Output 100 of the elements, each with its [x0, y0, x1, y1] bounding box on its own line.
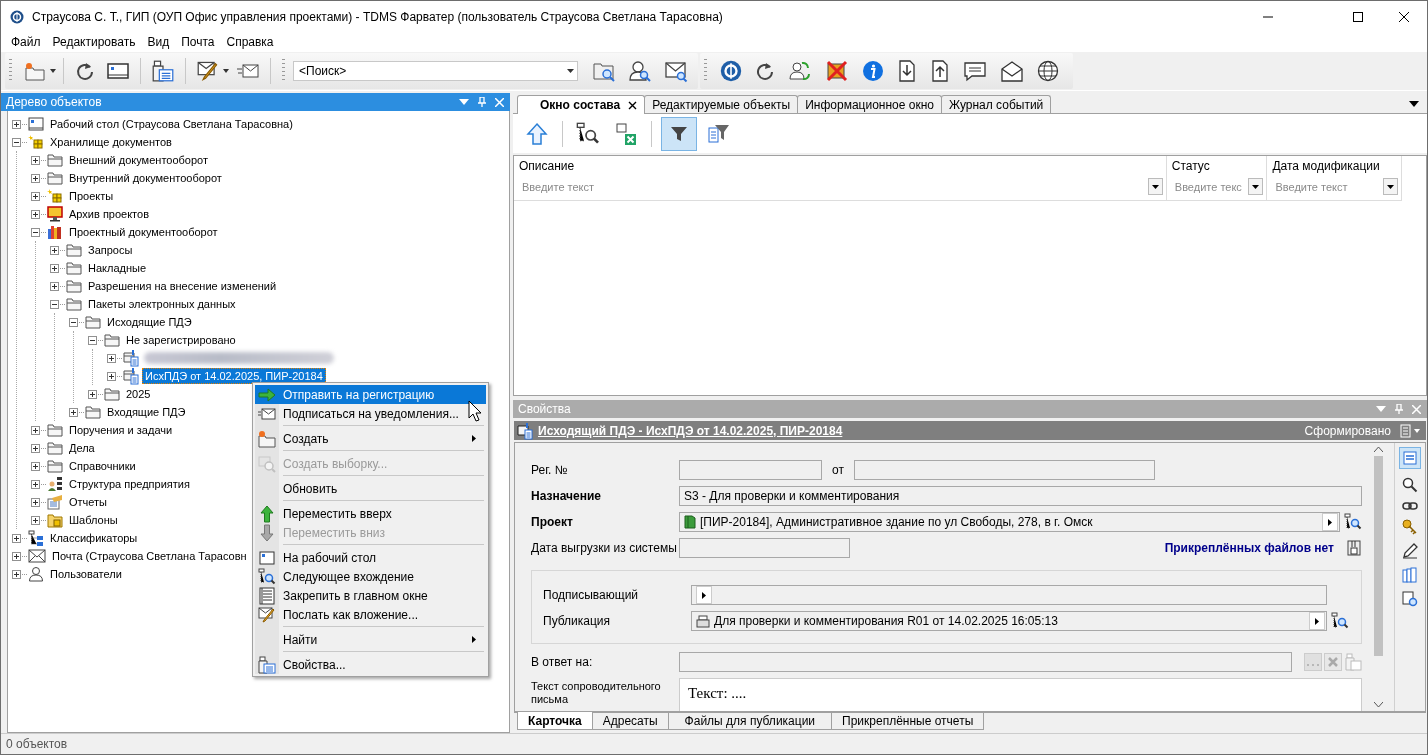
tree-item[interactable]: Классификаторы [47, 530, 141, 546]
expand-icon[interactable] [31, 425, 40, 435]
mail-search-icon[interactable] [664, 59, 688, 83]
dropdown-icon[interactable] [1151, 184, 1159, 189]
menu-item[interactable]: Почта [175, 35, 221, 49]
menu-item[interactable]: Подписаться на уведомления... [255, 404, 486, 423]
tab[interactable]: Информационное окно [797, 95, 942, 113]
users-sync-icon[interactable] [788, 59, 812, 83]
tree-item[interactable]: 2025 [123, 386, 154, 402]
tree-item[interactable]: Проекты [66, 188, 117, 204]
expand-icon[interactable] [31, 173, 40, 183]
open-envelope-icon[interactable] [1000, 60, 1024, 82]
tree-item[interactable]: Шаблоны [66, 512, 121, 528]
link-icon[interactable] [1402, 501, 1418, 511]
dropdown-icon[interactable] [566, 69, 574, 73]
keys-icon[interactable] [1402, 519, 1418, 535]
pencil-icon[interactable] [1402, 543, 1418, 559]
filter-field[interactable]: Введите текс [1170, 176, 1267, 197]
tree-item[interactable]: Архив проектов [66, 206, 152, 222]
column-header[interactable]: Дата модификации [1267, 159, 1401, 176]
collapse-icon[interactable] [50, 299, 59, 309]
tree-item[interactable]: Разрешения на внесение изменений [85, 278, 280, 294]
document-down-icon[interactable] [897, 60, 917, 82]
expand-icon[interactable] [31, 461, 40, 471]
collapse-icon[interactable] [88, 335, 97, 345]
refresh-icon[interactable] [75, 61, 95, 81]
tree-item[interactable]: Не зарегистрировано [123, 332, 239, 348]
globe-icon[interactable] [1037, 60, 1059, 82]
expand-icon[interactable] [12, 569, 21, 579]
menu-item[interactable]: Свойства... [255, 655, 486, 674]
pin-icon[interactable] [478, 97, 486, 107]
document-up-icon[interactable] [930, 60, 950, 82]
expand-button[interactable] [1309, 612, 1325, 630]
scroll-down-icon[interactable] [1373, 702, 1383, 707]
text-area[interactable]: Текст: .... [679, 678, 1362, 711]
tree-search-icon[interactable] [576, 121, 600, 146]
tree-item[interactable]: Рабочий стол (Страусова Светлана Тарасовна) [47, 116, 296, 132]
scrollbar-thumb[interactable] [1373, 456, 1383, 656]
properties-icon[interactable] [152, 60, 174, 82]
menu-item[interactable]: Редактировать [46, 35, 142, 49]
expand-icon[interactable] [69, 407, 78, 417]
input-field[interactable]: S3 - Для проверки и комментирования [679, 486, 1362, 506]
envelope-pencil-icon[interactable] [197, 60, 219, 82]
up-arrow-icon[interactable] [525, 121, 549, 146]
tree-item[interactable]: Внутренний документооборот [66, 170, 225, 186]
expand-icon[interactable] [31, 191, 40, 201]
menu-item[interactable]: Файл [5, 35, 47, 49]
search-combo[interactable]: <Поиск> [293, 61, 578, 81]
expand-icon[interactable] [12, 119, 21, 129]
expand-icon[interactable] [31, 155, 40, 165]
books-icon[interactable] [1402, 567, 1418, 583]
collapse-icon[interactable] [31, 227, 40, 237]
caret-icon[interactable] [223, 69, 229, 73]
tab[interactable]: Прикреплённые отчеты [831, 713, 985, 730]
collapse-icon[interactable] [12, 137, 21, 147]
expand-icon[interactable] [12, 533, 21, 543]
input-field[interactable] [679, 652, 1292, 672]
tree-item[interactable]: ИсхПДЭ от 14.02.2025, ПИР-20184 [142, 368, 326, 384]
menu-item[interactable]: Справка [220, 35, 280, 49]
tree-item[interactable]: Исходящие ПДЭ [104, 314, 195, 330]
select-field[interactable] [691, 585, 1327, 605]
app-logo-icon[interactable] [720, 60, 742, 82]
tree-item[interactable]: Отчеты [66, 494, 111, 510]
select-field[interactable]: [ПИР-20184], Административное здание по ул Свободы, 278, в г. Омск [679, 512, 1340, 532]
tree-search-icon[interactable] [1331, 612, 1349, 630]
filter-field[interactable]: Введите текст [1271, 176, 1401, 197]
tree-item[interactable]: Входящие ПДЭ [104, 404, 189, 420]
chat-icon[interactable] [963, 60, 987, 82]
tab[interactable]: Редактируемые объекты [644, 95, 799, 113]
column-header[interactable]: Статус [1166, 159, 1267, 176]
expand-icon[interactable] [107, 353, 116, 363]
tree-item[interactable]: Дела [66, 440, 98, 456]
date-field[interactable] [853, 460, 1155, 480]
attachment-icon[interactable] [1346, 540, 1362, 556]
expand-icon[interactable] [12, 551, 21, 561]
tree-item[interactable]: Проектный документооборот [66, 224, 221, 240]
caret-icon[interactable] [50, 69, 56, 73]
collapse-icon[interactable] [69, 317, 78, 327]
expand-icon[interactable] [31, 443, 40, 453]
document-menu-icon[interactable] [1400, 423, 1420, 438]
tree-item[interactable]: Структура предприятия [66, 476, 193, 492]
expand-icon[interactable] [50, 281, 59, 291]
select-field[interactable]: Для проверки и комментирования R01 от 14.02.2025 16:05:13 [691, 611, 1327, 631]
expand-icon[interactable] [88, 389, 97, 399]
expand-button[interactable] [696, 586, 712, 604]
card-title-link[interactable]: Исходящий ПДЭ - ИсхПДЭ от 14.02.2025, ПИР-20184 [538, 423, 843, 438]
info-icon[interactable] [862, 60, 884, 82]
menu-item[interactable]: Переместить вверх [255, 504, 486, 523]
expand-button[interactable] [1322, 513, 1338, 531]
menu-item[interactable]: Обновить [255, 479, 486, 498]
tab[interactable]: Журнал событий [940, 95, 1052, 113]
close-icon[interactable] [1399, 11, 1409, 22]
tree-item[interactable]: Справочники [66, 458, 139, 474]
tab[interactable]: Файлы для публикации [667, 713, 833, 730]
column-header[interactable]: Описание [514, 159, 1166, 176]
menu-item[interactable]: Вид [141, 35, 176, 49]
scroll-up-icon[interactable] [1373, 447, 1383, 452]
tree-item[interactable]: Пользователи [47, 566, 125, 582]
refresh-icon[interactable] [755, 61, 775, 81]
user-search-icon[interactable] [628, 59, 652, 83]
